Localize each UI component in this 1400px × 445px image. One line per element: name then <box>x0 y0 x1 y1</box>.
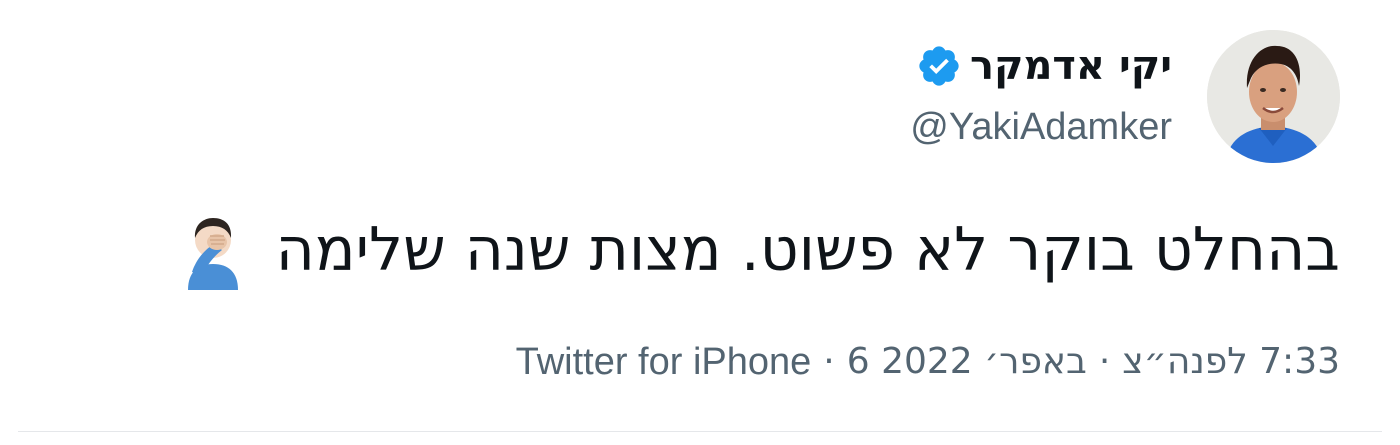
tweet-text: בהחלט בוקר לא פשוט. מצות שנה שלימה <box>275 215 1340 285</box>
tweet-meta: 7:33 לפנה״צ · 6 באפר׳ 2022 · Twitter for… <box>516 336 1340 388</box>
tweet-date[interactable]: 6 באפר׳ 2022 <box>847 336 1087 388</box>
display-name[interactable]: יקי אדמקר <box>970 38 1172 94</box>
facepalm-emoji-icon <box>184 210 242 290</box>
tweet-source[interactable]: Twitter for iPhone <box>516 336 812 388</box>
avatar[interactable] <box>1207 30 1340 163</box>
author-block: יקי אדמקר @YakiAdamker <box>910 38 1172 152</box>
meta-separator: · <box>1098 341 1111 382</box>
meta-separator: · <box>823 341 835 382</box>
author-handle[interactable]: @YakiAdamker <box>910 102 1172 152</box>
tweet-body: בהחלט בוקר לא פשוט. מצות שנה שלימה <box>184 208 1340 292</box>
avatar-image <box>1207 30 1340 163</box>
tweet-card: יקי אדמקר @YakiAdamker בהחלט בוקר לא פשו… <box>0 0 1400 445</box>
tweet-time[interactable]: 7:33 לפנה״צ <box>1122 336 1340 388</box>
verified-badge-icon <box>916 43 962 89</box>
divider <box>18 431 1382 432</box>
name-row: יקי אדמקר <box>910 38 1172 94</box>
